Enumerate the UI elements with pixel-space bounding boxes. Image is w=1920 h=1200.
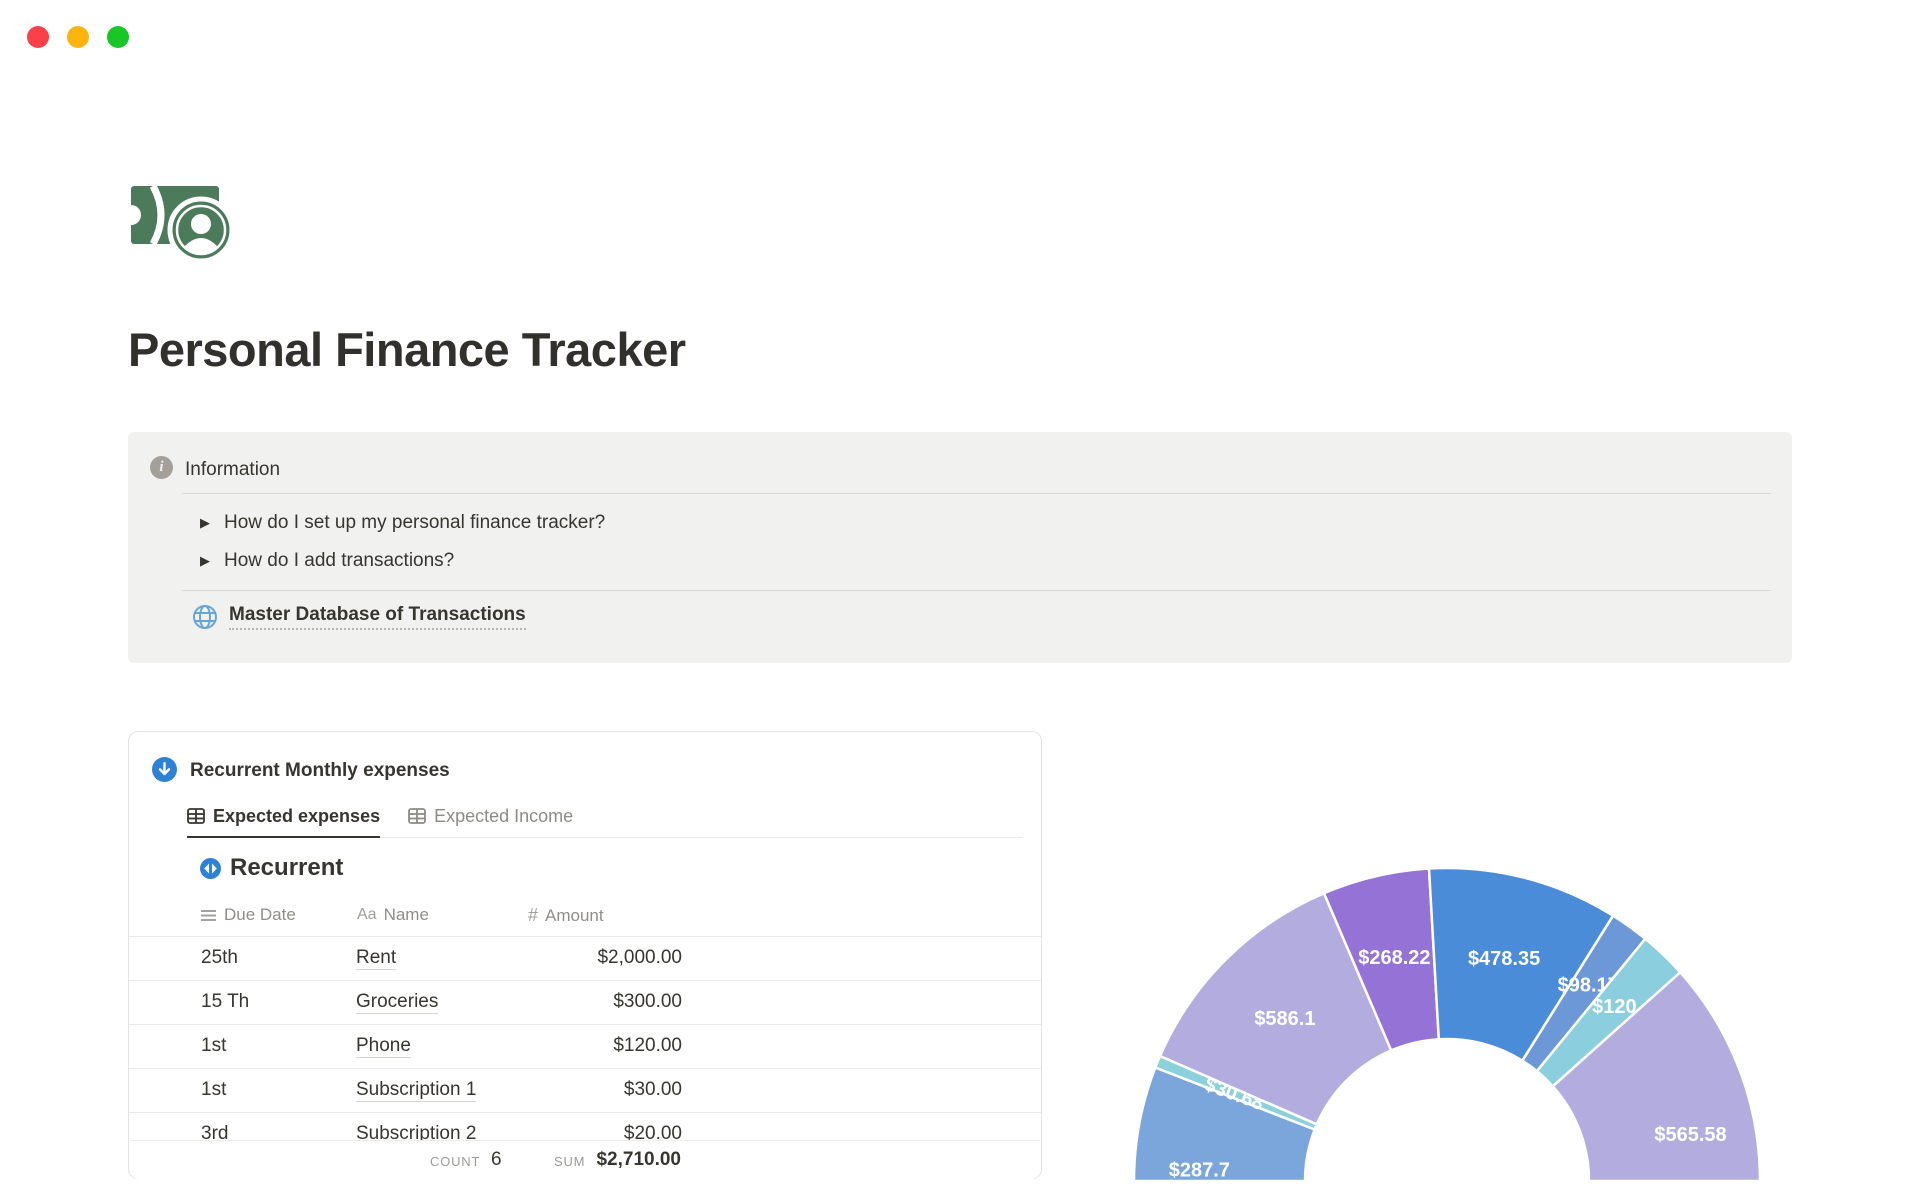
amount-cell[interactable]: $2,000.00 [597, 947, 682, 969]
callout-title: Information [185, 459, 281, 480]
count-value[interactable]: 6 [491, 1149, 502, 1171]
chart-slice-label: $120 [1592, 996, 1637, 1018]
column-label: Name [383, 905, 429, 924]
sum-calc[interactable]: SUM [554, 1154, 585, 1169]
toggle-label: How do I set up my personal finance trac… [224, 512, 606, 533]
table-icon [187, 808, 205, 824]
info-icon: i [150, 456, 173, 479]
page-title: Personal Finance Tracker [128, 323, 686, 376]
number-property-icon: # [528, 905, 539, 925]
chart-slice-label: $287.7 [1169, 1160, 1230, 1182]
card-title: Recurrent Monthly expenses [190, 760, 450, 781]
divider [182, 590, 1771, 591]
amount-cell[interactable]: $30.00 [624, 1079, 682, 1101]
master-database-link-label: Master Database of Transactions [229, 604, 526, 630]
column-amount[interactable]: # Amount [528, 905, 604, 926]
amount-cell[interactable]: $300.00 [613, 991, 682, 1013]
toggle-add-transactions-question[interactable]: ▶ How do I add transactions? [200, 545, 1762, 577]
table-row: 25th Rent $2,000.00 [129, 936, 1041, 981]
name-cell[interactable]: Groceries [356, 991, 439, 1014]
chart-slice-label: $478.35 [1468, 948, 1540, 970]
name-cell[interactable]: Subscription 1 [356, 1079, 477, 1102]
due-date-cell[interactable]: 1st [201, 1035, 226, 1057]
arrows-left-right-circle-icon [200, 857, 221, 879]
recurrent-expenses-card: Recurrent Monthly expenses Expected expe… [128, 731, 1042, 1179]
due-date-cell[interactable]: 15 Th [201, 991, 249, 1013]
table-calc-footer: COUNT 6 SUM $2,710.00 [130, 1140, 1040, 1179]
due-date-cell[interactable]: 25th [201, 947, 238, 969]
due-date-cell[interactable]: 1st [201, 1079, 226, 1101]
information-callout: i Information ▶ How do I set up my perso… [128, 432, 1792, 663]
minimize-window-button[interactable] [67, 26, 89, 48]
zoom-window-button[interactable] [107, 26, 129, 48]
money-banknote-coin-icon [121, 184, 235, 264]
expenses-donut-chart: $287.7$30.68$586.1$268.22 $478.35$98.17$1… [1132, 866, 1762, 1182]
tab-expected-expenses[interactable]: Expected expenses [187, 796, 381, 838]
divider [182, 493, 1771, 494]
column-name[interactable]: Aa Name [357, 905, 429, 925]
database-title[interactable]: Recurrent [230, 852, 343, 884]
table-row: 15 Th Groceries $300.00 [129, 980, 1041, 1025]
toggle-label: How do I add transactions? [224, 550, 455, 571]
toggle-triangle-icon[interactable]: ▶ [200, 553, 224, 569]
column-due-date[interactable]: Due Date [201, 905, 296, 925]
toggle-setup-question[interactable]: ▶ How do I set up my personal finance tr… [200, 507, 1762, 539]
page-icon[interactable] [121, 182, 237, 267]
globe-icon [193, 605, 217, 629]
table-row: 1st Subscription 1 $30.00 [129, 1068, 1041, 1113]
table-icon [408, 808, 426, 824]
amount-cell[interactable]: $120.00 [613, 1035, 682, 1057]
tab-label: Expected Income [434, 805, 574, 826]
table-header-row: Due Date Aa Name # Amount [129, 896, 1041, 937]
sum-value[interactable]: $2,710.00 [596, 1149, 681, 1171]
chart-slice-label: $565.58 [1654, 1124, 1726, 1146]
toggle-triangle-icon[interactable]: ▶ [200, 515, 224, 531]
name-cell[interactable]: Phone [356, 1035, 411, 1058]
text-property-icon: Aa [357, 906, 377, 923]
arrow-down-circle-icon [152, 757, 177, 787]
table-row: 1st Phone $120.00 [129, 1024, 1041, 1069]
count-calc[interactable]: COUNT [430, 1154, 480, 1169]
column-label: Amount [545, 905, 604, 925]
close-window-button[interactable] [27, 26, 49, 48]
chart-slice-label: $268.22 [1358, 947, 1430, 969]
notion-window: Personal Finance Tracker i Information ▶… [0, 0, 1920, 1200]
chart-slice-label: $586.1 [1254, 1008, 1315, 1030]
tab-label: Expected expenses [213, 805, 381, 826]
name-cell[interactable]: Rent [356, 947, 397, 970]
master-database-link[interactable]: Master Database of Transactions [192, 604, 526, 630]
column-label: Due Date [224, 905, 296, 924]
view-tabs: Expected expenses Expected Income [187, 796, 1023, 838]
list-lines-icon [201, 909, 216, 921]
tab-expected-income[interactable]: Expected Income [408, 796, 573, 836]
